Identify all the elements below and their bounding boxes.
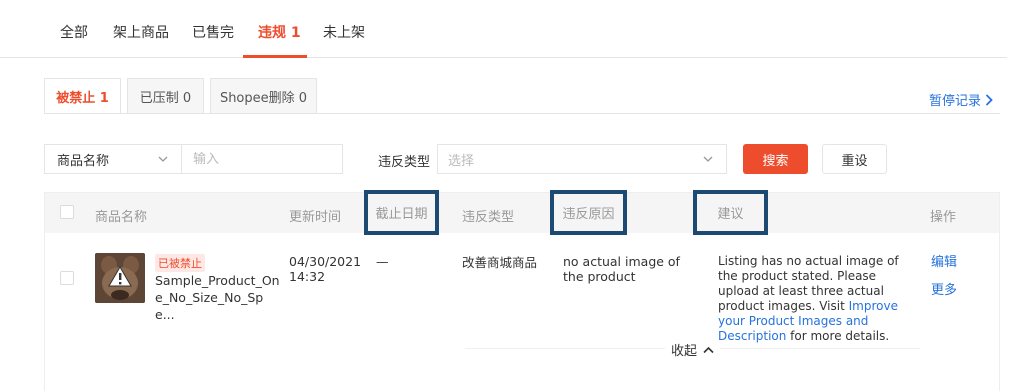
violation-type-placeholder: 选择 [448,153,475,169]
subtab-shopee-deleted[interactable]: Shopee删除 0 [210,78,317,114]
chevron-down-icon [158,156,168,162]
field-select[interactable]: 商品名称 [44,144,181,174]
header-violation-reason-label: 违反原因 [562,207,615,222]
subtab-divider [44,113,1000,114]
violation-type-select[interactable]: 选择 [437,144,727,174]
status-badge: 已被禁止 [155,254,205,272]
top-tab-bar: 全部 架上商品 已售完 违规 1 未上架 [0,0,1027,58]
collapse-toggle[interactable]: 收起 [665,340,721,359]
header-violation-type: 违反类型 [462,210,515,225]
table-header: 商品名称 更新时间 违反类型 操作 [45,193,999,233]
header-violation-reason: 违反原因 [550,190,627,235]
tab-sold-out[interactable]: 已售完 [192,22,234,42]
subtab-banned[interactable]: 被禁止 1 [44,78,121,114]
header-suggestion: 建议 [693,190,768,235]
subtab-suppressed[interactable]: 已压制 0 [127,78,204,114]
more-button[interactable]: 更多 [931,279,957,298]
violation-reason-value: no actual image of the product [563,254,680,284]
tab-bar-divider [0,57,1007,58]
pause-record-label: 暂停记录 [929,94,982,109]
product-table: 商品名称 更新时间 违反类型 操作 已被禁止 Sample_Product_On… [44,192,1000,391]
tab-all[interactable]: 全部 [60,22,88,42]
update-time: 14:32 [289,269,326,284]
row-checkbox[interactable] [60,271,74,285]
tab-live[interactable]: 架上商品 [113,22,169,42]
collapse-label: 收起 [671,344,698,359]
update-date: 04/30/2021 [289,254,362,269]
header-deadline-label: 截止日期 [375,207,428,222]
active-tab-indicator [243,55,307,58]
pause-record-link[interactable]: 暂停记录 [929,90,993,109]
reset-button[interactable]: 重设 [822,144,887,174]
tab-violation[interactable]: 违规 1 [258,22,301,42]
tab-unlisted[interactable]: 未上架 [323,22,365,42]
deadline-value: — [376,254,389,269]
header-deadline: 截止日期 [364,190,439,235]
select-all-checkbox[interactable] [60,205,74,219]
header-actions: 操作 [930,210,957,225]
header-update-time: 更新时间 [289,210,342,225]
header-suggestion-label: 建议 [717,207,744,222]
search-button[interactable]: 搜索 [743,144,808,174]
suggestion-tail: for more details. [790,329,890,343]
chevron-down-icon [703,156,713,162]
header-product-name: 商品名称 [95,210,148,225]
field-select-value: 商品名称 [57,153,110,169]
warning-icon [95,253,145,303]
chevron-right-icon [985,93,993,106]
search-input[interactable] [181,144,343,174]
edit-button[interactable]: 编辑 [931,251,957,270]
suggestion-text: Listing has no actual image of the produ… [718,254,916,344]
violation-type-value: 改善商城商品 [462,255,538,270]
chevron-up-icon [703,346,714,353]
product-thumbnail[interactable] [95,253,145,303]
product-name[interactable]: Sample_Product_One_No_Size_No_Spe... [155,272,281,323]
violation-type-label: 违反类型 [378,155,431,170]
